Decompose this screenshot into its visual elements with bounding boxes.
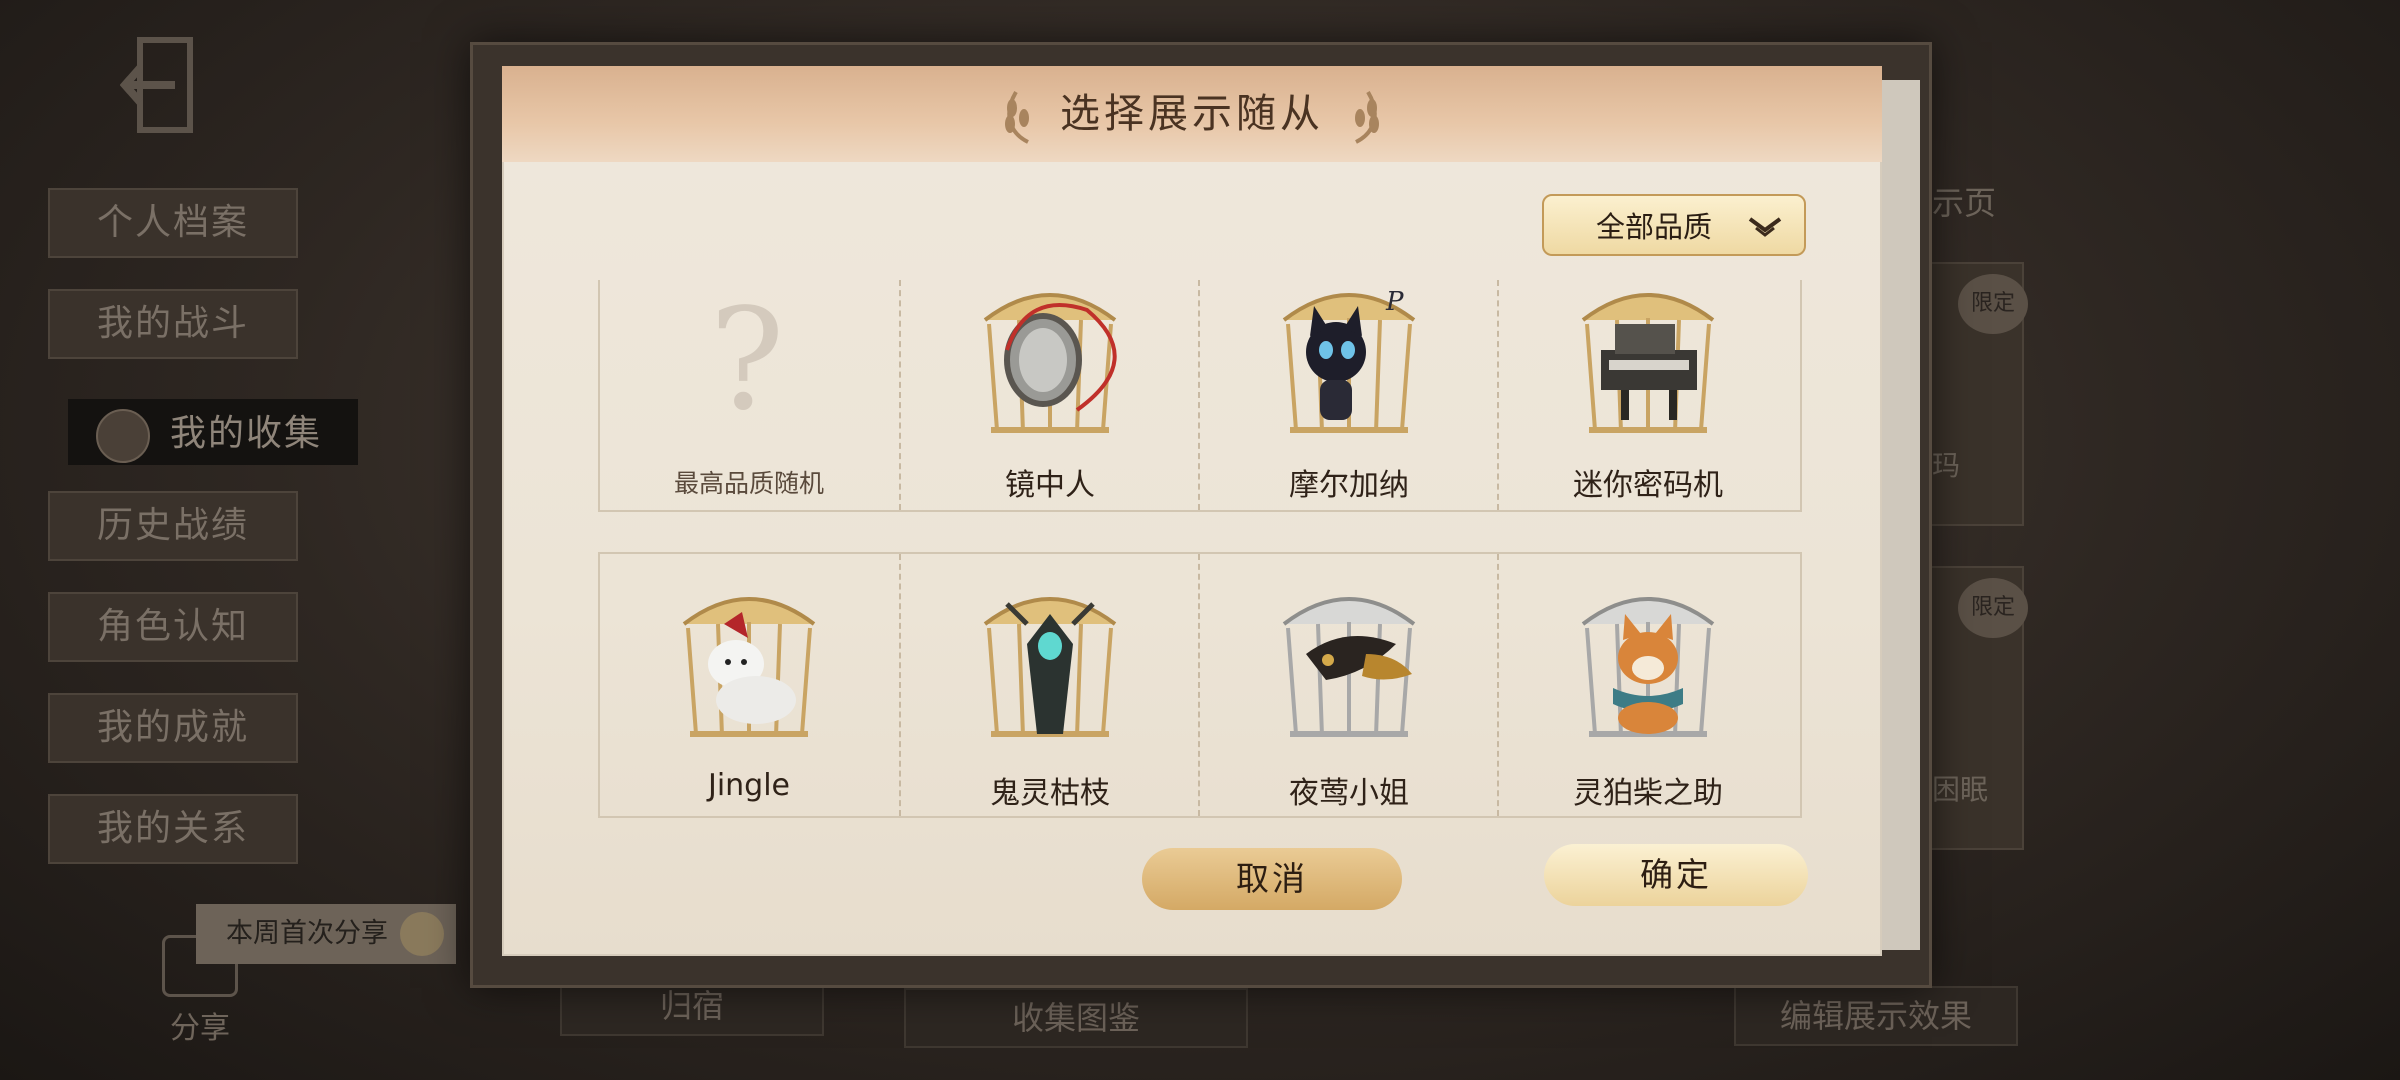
question-mark-icon: ? [709,279,785,442]
quality-filter-value: 全部品质 [1596,210,1713,244]
quality-filter-dropdown[interactable]: 全部品质 [1542,194,1806,256]
pet-option-jingle[interactable]: Jingle [600,554,898,816]
pet-name: 鬼灵枯枝 [990,776,1110,811]
pet-name: 迷你密码机 [1573,468,1723,503]
laurel-right-icon [1355,90,1379,144]
side-item-character[interactable]: 角色认知 [48,592,298,662]
puzzle-piece-icon [400,912,444,956]
side-item-collection-label: 我的收集 [170,413,323,454]
side-item-achievements[interactable]: 我的成就 [48,693,298,763]
ghost-branch-pet-icon [967,584,1133,752]
pet-option-mini-cipher[interactable]: 迷你密码机 [1497,280,1797,510]
limited-badge: 限定 [1958,274,2028,334]
select-pet-dialog: 选择展示随从 全部品质 ? 最高品质随机 镜中人 P 摩尔加纳 迷你密码机 Ji… [502,66,1882,956]
dialog-title: 选择展示随从 [1060,91,1324,137]
share-tip-text: 本周首次分享 [226,918,388,949]
feather-mask-pet-icon [1266,584,1432,752]
pet-name: Jingle [707,768,791,803]
chevron-down-icon [1748,217,1782,237]
svg-text:P: P [1385,287,1404,317]
collection-emblem-icon [96,409,150,463]
mirror-pet-icon [967,280,1133,448]
paper-edge [1880,80,1920,950]
pet-row: Jingle 鬼灵枯枝 夜莺小姐 灵狛柴之助 [598,552,1802,818]
pet-row: ? 最高品质随机 镜中人 P 摩尔加纳 迷你密码机 [598,280,1802,512]
pet-option-mirror[interactable]: 镜中人 [899,280,1199,510]
pet-name: 最高品质随机 [673,469,824,498]
confirm-button[interactable]: 确定 [1544,844,1808,906]
cancel-button[interactable]: 取消 [1142,848,1402,910]
pet-name: 灵狛柴之助 [1573,776,1723,811]
dialog-header: 选择展示随从 [502,66,1882,162]
share-tip: 本周首次分享 [196,904,456,964]
cat-pet-icon: P [1266,280,1432,448]
side-item-relations[interactable]: 我的关系 [48,794,298,864]
pet-option-morgana[interactable]: P 摩尔加纳 [1198,280,1498,510]
pet-name: 镜中人 [1005,468,1095,503]
exit-icon[interactable] [119,30,220,140]
shiba-pet-icon [1565,584,1731,752]
pet-name: 摩尔加纳 [1289,468,1409,503]
laurel-left-icon [1005,90,1029,144]
background-card-text: 困眠 [1932,773,1989,806]
pet-option-shiba[interactable]: 灵狛柴之助 [1497,554,1797,816]
limited-badge: 限定 [1958,578,2028,638]
white-fox-pet-icon [666,584,832,752]
pet-option-random[interactable]: ? 最高品质随机 [600,280,898,510]
share-label: 分享 [170,1011,230,1046]
edit-display-button[interactable]: 编辑展示效果 [1734,986,2018,1046]
side-item-history[interactable]: 历史战绩 [48,491,298,561]
side-item-profile[interactable]: 个人档案 [48,188,298,258]
pet-option-nightingale[interactable]: 夜莺小姐 [1198,554,1498,816]
side-item-battles[interactable]: 我的战斗 [48,289,298,359]
pet-option-ghost-branch[interactable]: 鬼灵枯枝 [899,554,1199,816]
background-card-text: 玛 [1932,449,1961,482]
cipher-machine-pet-icon [1565,280,1731,448]
side-item-collection[interactable]: 我的收集 [68,399,358,465]
tab-collection-book[interactable]: 收集图鉴 [904,988,1248,1048]
pet-name: 夜莺小姐 [1289,776,1409,811]
